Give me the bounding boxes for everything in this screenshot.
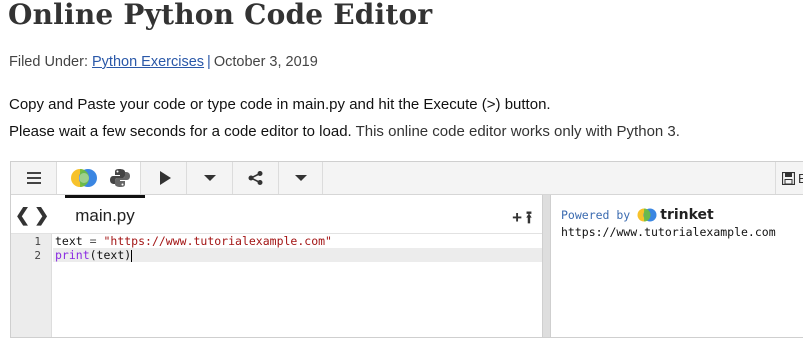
trinket-logo-button[interactable] (57, 162, 141, 194)
trinket-logo-icon (637, 208, 657, 222)
python-icon (109, 169, 130, 187)
save-icon (782, 171, 795, 185)
run-options-button[interactable] (187, 162, 233, 194)
post-meta: Filed Under: Python Exercises | October 3,… (9, 54, 318, 70)
line-number: 2 (34, 249, 41, 262)
trinket-logo-icon (70, 169, 97, 187)
tab-actions: +⭱ (512, 205, 536, 234)
output-pane: Powered by trinket https://www.tutoriale… (551, 195, 803, 337)
editor-pane: ❮❯ main.py +⭱ 1 2 text = "https://www.tu… (11, 195, 542, 337)
program-output: https://www.tutorialexample.com (561, 225, 776, 239)
description-line-2-b: This online code editor works only with … (351, 123, 680, 140)
code-token: text (55, 234, 83, 248)
meta-separator: | (207, 54, 211, 70)
code-token: (text) (89, 248, 132, 262)
file-tabs: ❮❯ main.py +⭱ (11, 195, 542, 234)
editor-toolbar: E (11, 162, 803, 195)
share-button[interactable] (233, 162, 279, 194)
share-icon (248, 171, 262, 185)
hamburger-icon (26, 172, 41, 184)
caret-down-icon (294, 175, 307, 181)
code-line-active[interactable]: print(text) (53, 248, 542, 262)
filed-under-label: Filed Under: (9, 54, 88, 70)
share-options-button[interactable] (279, 162, 323, 194)
run-button[interactable] (141, 162, 187, 194)
description-line-2: Please wait a few seconds for a code edi… (9, 123, 680, 140)
powered-by[interactable]: Powered by trinket (561, 207, 714, 223)
code-token: print (55, 248, 90, 262)
play-icon (159, 171, 171, 185)
menu-button[interactable] (11, 162, 57, 194)
code-line[interactable]: text = "https://www.tutorialexample.com" (53, 234, 542, 248)
trinket-embed: E ❮❯ main.py +⭱ 1 2 text = "https://www.… (10, 161, 803, 338)
description-line-1: Copy and Paste your code or type code in… (9, 96, 551, 113)
line-gutter: 1 2 (11, 234, 52, 337)
code-token: = (82, 234, 104, 248)
save-label: E (798, 170, 803, 186)
category-link[interactable]: Python Exercises (92, 54, 204, 70)
powered-by-label: Powered by (561, 208, 631, 222)
chevron-right-icon[interactable]: ❯ (34, 205, 53, 225)
plus-icon[interactable]: + (512, 208, 526, 227)
page-title: Online Python Code Editor (8, 0, 433, 31)
pane-resize-handle[interactable] (542, 195, 551, 337)
description-line-2-a: Please wait a few seconds for a code edi… (9, 123, 352, 140)
post-date: October 3, 2019 (213, 54, 318, 70)
upload-icon[interactable]: ⭱ (526, 208, 536, 227)
trinket-brand: trinket (660, 207, 714, 223)
save-button[interactable]: E (775, 162, 803, 194)
tab-nav: ❮❯ (15, 205, 53, 226)
caret-down-icon (203, 175, 216, 181)
code-area[interactable]: text = "https://www.tutorialexample.com"… (53, 234, 542, 337)
tab-main-py[interactable]: main.py (65, 195, 145, 233)
code-token: "https://www.tutorialexample.com" (103, 234, 332, 248)
line-number: 1 (34, 235, 41, 248)
text-cursor (131, 249, 133, 262)
chevron-left-icon[interactable]: ❮ (15, 205, 34, 225)
